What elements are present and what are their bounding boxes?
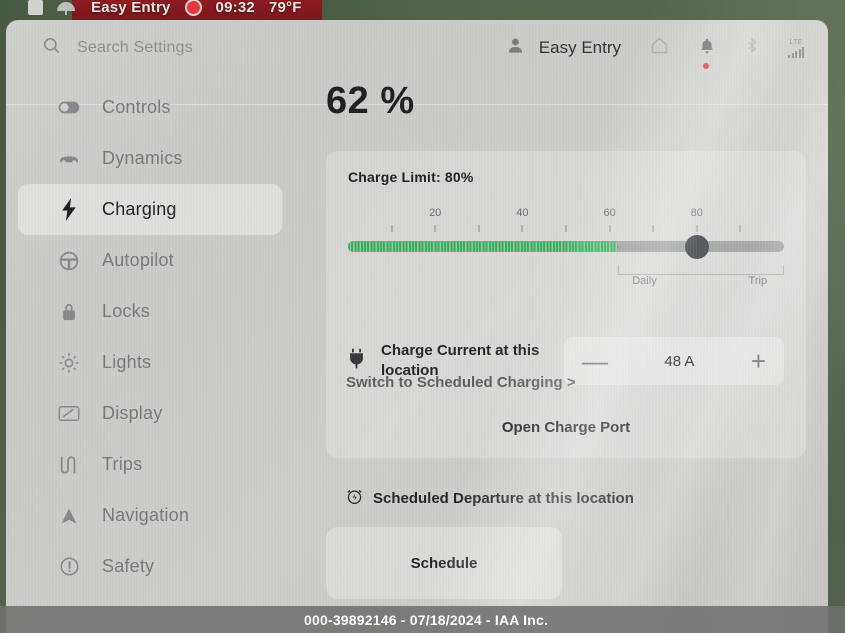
tesla-charging-settings-screen: Easy Entry 09:32 79°F Search Settings Ea… [0,0,845,633]
slider-fill [348,241,619,252]
charge-current-stepper[interactable]: — 48 A + [563,337,784,385]
signal-bars [788,46,804,58]
profile-name: Easy Entry [538,38,621,57]
sidebar-item-lights[interactable]: Lights [18,337,282,388]
slider-range-labels: Daily Trip [348,275,784,291]
car-icon [58,148,80,170]
lock-icon [58,301,80,323]
sidebar-item-safety[interactable]: Safety [18,541,282,592]
search-placeholder: Search Settings [77,39,193,56]
settings-panel: Search Settings Easy Entry LTE Controls … [6,20,828,633]
slider-tick-mark [434,225,436,232]
slider-trip-label: Trip [748,275,768,287]
settings-header: Search Settings Easy Entry LTE [6,20,828,105]
status-bar-time: 09:32 [215,0,255,16]
charge-limit-slider[interactable]: 20 40 60 80 Daily Trip [348,207,784,287]
slider-tick-mark [521,225,523,232]
slider-tick-mark [609,225,611,232]
slider-tick-mark [391,225,393,232]
battery-percent: 62 % [326,80,415,122]
sidebar-item-autopilot[interactable]: Autopilot [18,235,282,286]
toggle-icon [58,97,80,119]
slider-tick-label: 60 [603,207,616,219]
switch-to-scheduled-charging-link[interactable]: Switch to Scheduled Charging > [346,374,576,391]
display-icon [58,403,80,425]
search-input[interactable]: Search Settings [42,36,342,60]
lte-label: LTE [789,38,803,46]
sidebar-label: Trips [102,454,143,474]
sidebar-item-navigation[interactable]: Navigation [18,490,282,541]
schedule-button[interactable]: Schedule [411,555,478,572]
slider-daily-label: Daily [632,275,657,287]
watermark-text: 000-39892146 - 07/18/2024 - IAA Inc. [304,611,549,628]
sidebar-label: Navigation [102,505,190,525]
bell-notification-dot [703,62,709,69]
record-icon [184,0,202,16]
charging-content: 62 % Charge Limit: 80% 20 40 60 80 Daily [306,76,828,633]
slider-tick-labels: 20 40 60 80 [348,207,784,221]
settings-body: Controls Dynamics Charging Autopilot Loc… [6,76,828,633]
status-bar-temperature: 79°F [268,0,302,16]
sidebar-item-locks[interactable]: Locks [18,286,282,337]
app-square-icon [28,0,43,15]
decrement-button[interactable]: — [582,348,608,374]
signal-bars-icon: LTE [788,39,804,58]
charge-limit-card: Charge Limit: 80% 20 40 60 80 Daily Trip [326,151,806,458]
sidebar-label: Controls [102,97,171,117]
bluetooth-icon[interactable] [744,35,760,61]
bell-icon[interactable] [698,36,716,69]
slider-track[interactable] [348,234,784,259]
slider-tick-label: 40 [516,207,529,219]
sidebar-label: Display [102,403,163,423]
status-bar-profile-label: Easy Entry [91,0,171,16]
slider-range-bracket [618,265,784,275]
sidebar-label: Lights [102,352,152,372]
scheduled-departure-icon [346,488,363,509]
os-status-bar: Easy Entry 09:32 79°F [0,0,845,18]
slider-tick-mark [696,225,698,232]
settings-sidebar: Controls Dynamics Charging Autopilot Loc… [6,76,306,633]
open-charge-port-button[interactable]: Open Charge Port [348,419,784,436]
slider-tick-mark [739,225,741,232]
plug-icon [348,348,365,374]
profile-button[interactable]: Easy Entry [506,36,621,60]
search-icon [42,36,61,60]
header-right-icons: Easy Entry LTE [506,20,804,76]
route-icon [58,454,80,476]
home-icon[interactable] [649,35,670,61]
sidebar-item-controls[interactable]: Controls [18,82,282,133]
slider-tick-mark [565,225,567,232]
navigation-arrow-icon [58,505,80,527]
schedule-card[interactable]: Schedule [326,527,562,599]
umbrella-icon [57,0,77,15]
sidebar-item-display[interactable]: Display [18,388,282,439]
sidebar-item-charging[interactable]: Charging [18,184,282,235]
charge-limit-label: Charge Limit: 80% [348,169,474,185]
slider-tick-mark [652,225,654,232]
sidebar-item-dynamics[interactable]: Dynamics [18,133,282,184]
auction-watermark-bar: 000-39892146 - 07/18/2024 - IAA Inc. [0,606,845,633]
person-icon [506,36,525,60]
scheduled-departure-title: Scheduled Departure at this location [373,490,634,507]
sidebar-item-trips[interactable]: Trips [18,439,282,490]
steering-wheel-icon [58,250,80,272]
sun-icon [58,352,80,374]
increment-button[interactable]: + [751,348,766,374]
warning-circle-icon [58,556,80,578]
slider-thumb[interactable] [684,234,709,259]
slider-tick-mark [478,225,480,232]
charge-current-value: 48 A [664,352,695,370]
sidebar-label: Safety [102,556,155,576]
slider-tick-marks [348,223,784,235]
slider-tick-label: 20 [429,207,442,219]
lightning-bolt-icon [58,198,80,221]
sidebar-label: Locks [102,301,151,321]
sidebar-label: Autopilot [102,250,174,270]
sidebar-label: Charging [102,199,177,219]
slider-tick-label: 80 [690,207,703,219]
scheduled-departure-header: Scheduled Departure at this location [346,488,828,509]
sidebar-label: Dynamics [102,148,183,168]
